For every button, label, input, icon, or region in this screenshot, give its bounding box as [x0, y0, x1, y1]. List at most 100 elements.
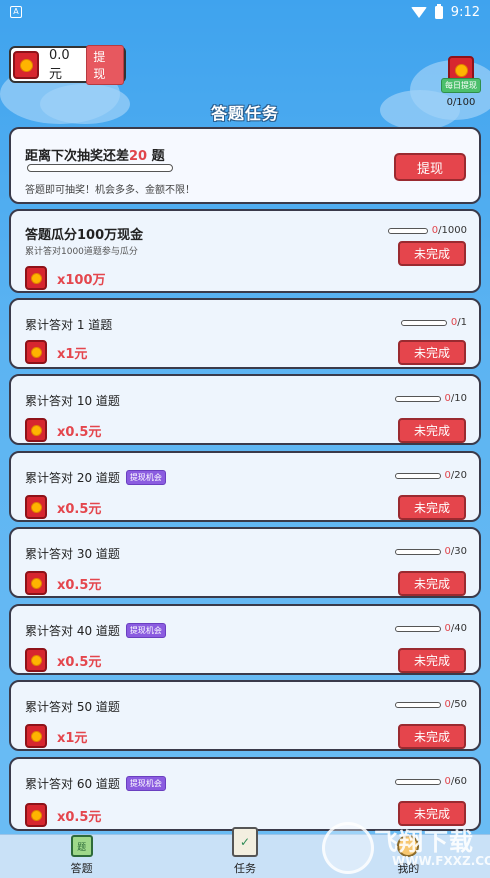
task-progress-total: /50 [450, 699, 467, 710]
task-progress-bar [387, 227, 428, 234]
task-progress-bar [394, 395, 441, 402]
task-status-button[interactable]: 未完成 [398, 801, 466, 826]
red-packet-icon [25, 724, 47, 748]
task-title-text: 累计答对 1 道题 [25, 318, 113, 332]
withdraw-chance-badge: 提现机会 [125, 776, 166, 791]
tab-answer[interactable]: 题 答题 [0, 835, 163, 878]
red-packet-icon [25, 266, 47, 290]
wifi-icon [410, 6, 427, 18]
task-reward: x0.5元 [25, 803, 101, 827]
task-title-text: 累计答对 10 道题 [25, 394, 120, 408]
task-reward: x0.5元 [25, 571, 101, 595]
task-progress-bar [394, 701, 441, 708]
task-card: 累计答对 10 道题 x0.5元 0/10 未完成 [9, 374, 481, 445]
red-packet-icon [25, 648, 47, 672]
task-title-text: 累计答对 30 道题 [25, 547, 120, 561]
task-progress-total: /30 [450, 546, 467, 557]
task-title: 累计答对 20 道题 提现机会 [25, 469, 166, 486]
task-reward-text: x0.5元 [57, 577, 102, 593]
task-status-button[interactable]: 未完成 [398, 418, 466, 443]
tab-task-label: 任务 [233, 862, 256, 875]
status-bar: A 9:12 [0, 0, 490, 24]
clipboard-icon [231, 827, 258, 857]
task-reward: x1元 [25, 340, 87, 364]
task-progress: 0/1 [400, 317, 467, 328]
task-progress-bar [394, 778, 441, 785]
user-icon [397, 835, 420, 857]
task-title-text: 累计答对 50 道题 [25, 700, 120, 714]
task-progress-total: /60 [450, 776, 467, 787]
task-card: 累计答对 1 道题 x1元 0/1 未完成 [9, 298, 481, 369]
task-reward-text: x0.5元 [57, 809, 102, 825]
task-title: 累计答对 40 道题 提现机会 [25, 622, 166, 639]
task-reward-text: x100万 [57, 272, 106, 288]
task-title: 累计答对 1 道题 [25, 316, 112, 333]
task-reward: x100万 [25, 266, 106, 290]
task-card: 累计答对 40 道题 提现机会 x0.5元 0/40 未完成 [9, 604, 481, 675]
balance-box: 0.0元 提现 [9, 44, 126, 85]
task-title: 累计答对 30 道题 [25, 545, 120, 562]
daily-withdraw-label: 每日提现 [441, 78, 481, 93]
tab-answer-label: 答题 [70, 862, 93, 875]
tab-task[interactable]: 任务 [163, 827, 326, 878]
task-progress: 0/50 [394, 699, 467, 710]
task-card: 累计答对 20 道题 提现机会 x0.5元 0/20 未完成 [9, 451, 481, 522]
task-progress: 0/60 [394, 776, 467, 787]
lottery-withdraw-button[interactable]: 提现 [394, 153, 466, 181]
lottery-progress-bar [27, 164, 173, 172]
task-title: 累计答对 10 道题 [25, 392, 120, 409]
task-progress-bar [394, 472, 441, 479]
withdraw-button[interactable]: 提现 [86, 44, 124, 85]
task-reward-text: x1元 [57, 346, 88, 362]
task-title-text: 累计答对 20 道题 [25, 471, 120, 485]
task-card: 累计答对 30 道题 x0.5元 0/30 未完成 [9, 527, 481, 598]
status-time: 9:12 [450, 4, 480, 20]
task-reward-text: x0.5元 [57, 424, 102, 440]
task-card: 累计答对 60 道题 提现机会 x0.5元 0/60 未完成 [9, 757, 481, 831]
lottery-prefix: 距离下次抽奖还差 [25, 149, 130, 164]
task-title: 答题瓜分100万现金 [25, 224, 143, 243]
red-packet-icon [25, 495, 47, 519]
task-status-button[interactable]: 未完成 [398, 648, 466, 673]
task-status-button[interactable]: 未完成 [398, 495, 466, 520]
task-progress: 0/40 [394, 623, 467, 634]
task-reward: x1元 [25, 724, 87, 748]
task-title: 累计答对 60 道题 提现机会 [25, 775, 166, 792]
task-progress: 0/1000 [387, 225, 467, 236]
withdraw-chance-badge: 提现机会 [125, 470, 166, 485]
task-reward: x0.5元 [25, 648, 101, 672]
task-progress-total: /1000 [438, 225, 467, 236]
lottery-count: 20 [129, 149, 148, 164]
task-reward: x0.5元 [25, 495, 101, 519]
task-reward: x0.5元 [25, 418, 101, 442]
task-card: 答题瓜分100万现金 累计答对1000道题参与瓜分 x100万 0/1000 未… [9, 209, 481, 293]
task-card: 累计答对 50 道题 x1元 0/50 未完成 [9, 680, 481, 751]
task-progress-total: /20 [450, 470, 467, 481]
task-progress-bar [394, 625, 441, 632]
red-packet-icon [25, 571, 47, 595]
balance-amount: 0.0元 [49, 47, 70, 82]
notification-icon: A [10, 6, 22, 18]
task-status-button[interactable]: 未完成 [398, 340, 466, 365]
task-status-button[interactable]: 未完成 [398, 724, 466, 749]
task-progress-bar [394, 548, 441, 555]
tab-me[interactable]: 我的 [327, 835, 490, 878]
page-title: 答题任务 [210, 104, 279, 123]
task-status-button[interactable]: 未完成 [398, 241, 466, 266]
red-packet-icon [25, 340, 47, 364]
red-packet-icon [25, 418, 47, 442]
task-title: 累计答对 50 道题 [25, 698, 120, 715]
lottery-suffix: 题 [151, 149, 165, 164]
lottery-card: 距离下次抽奖还差20 题 答题即可抽奖！机会多多、金额不限！ 提现 [9, 127, 481, 204]
task-reward-text: x1元 [57, 730, 88, 746]
task-progress-total: /10 [450, 393, 467, 404]
lottery-subtitle: 答题即可抽奖！机会多多、金额不限！ [25, 185, 195, 196]
question-icon: 题 [70, 835, 93, 857]
task-reward-text: x0.5元 [57, 654, 102, 670]
task-status-button[interactable]: 未完成 [398, 571, 466, 596]
task-progress-bar [400, 319, 447, 326]
task-title-text: 累计答对 40 道题 [25, 624, 120, 638]
task-progress-total: /40 [450, 623, 467, 634]
lottery-title: 距离下次抽奖还差20 题 [25, 145, 165, 164]
task-progress-total: /1 [457, 317, 467, 328]
